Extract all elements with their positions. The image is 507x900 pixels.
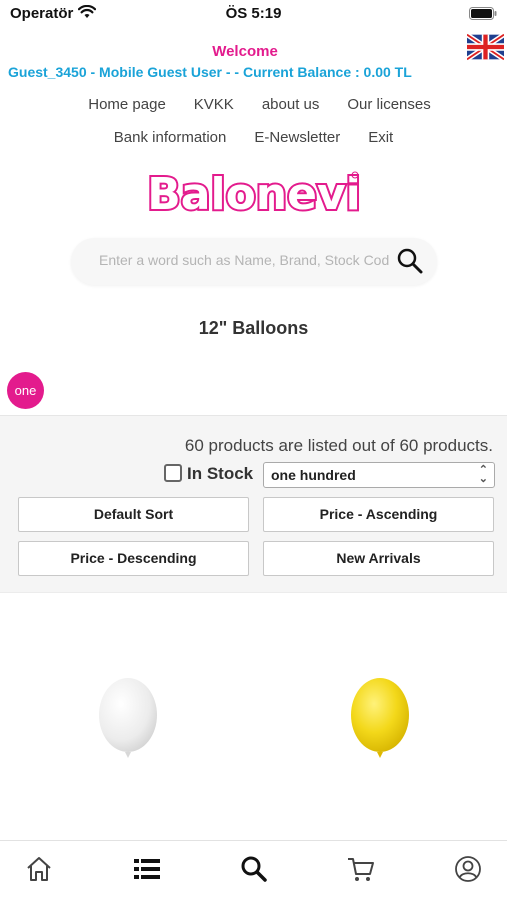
product-image-yellow-balloon[interactable] <box>348 676 412 762</box>
search-box <box>71 238 437 285</box>
guest-balance-info: Guest_3450 - Mobile Guest User - - Curre… <box>8 64 412 80</box>
product-count-text: 60 products are listed out of 60 product… <box>184 436 493 455</box>
nav-row-primary: Home page KVKK about us Our licenses <box>6 96 507 113</box>
in-stock-checkbox[interactable] <box>164 464 182 482</box>
search-input[interactable] <box>99 252 389 268</box>
logo-text: Balonevi <box>147 169 360 220</box>
search-tab-icon[interactable] <box>239 854 269 884</box>
balonevi-logo[interactable]: Balonevi <box>145 165 363 225</box>
nav-bank-info-link[interactable]: Bank information <box>114 129 227 146</box>
cart-icon[interactable] <box>346 854 376 884</box>
nav-licenses-link[interactable]: Our licenses <box>347 96 430 113</box>
bottom-tab-bar <box>0 840 507 900</box>
page-number-badge[interactable]: one <box>7 372 44 409</box>
new-arrivals-button[interactable]: New Arrivals <box>263 541 494 576</box>
nav-newsletter-link[interactable]: E-Newsletter <box>254 129 340 146</box>
status-bar: Operatör ÖS 5:19 <box>0 0 507 28</box>
category-title: 12" Balloons <box>198 318 309 338</box>
welcome-text: Welcome <box>212 43 278 60</box>
battery-icon <box>469 7 497 20</box>
page-size-value: one hundred <box>271 467 356 483</box>
nav-exit-link[interactable]: Exit <box>368 129 393 146</box>
in-stock-label[interactable]: In Stock <box>187 464 253 484</box>
default-sort-button[interactable]: Default Sort <box>18 497 249 532</box>
price-ascending-button[interactable]: Price - Ascending <box>263 497 494 532</box>
user-icon[interactable] <box>453 854 483 884</box>
uk-flag-icon[interactable] <box>467 33 504 61</box>
nav-home-page-link[interactable]: Home page <box>88 96 166 113</box>
nav-kvkk-link[interactable]: KVKK <box>194 96 234 113</box>
product-image-white-balloon[interactable] <box>96 676 160 762</box>
clock: ÖS 5:19 <box>225 5 282 22</box>
select-chevron-icon: ⌃ ⌄ <box>478 464 488 485</box>
filter-panel: 60 products are listed out of 60 product… <box>0 415 507 593</box>
nav-about-us-link[interactable]: about us <box>262 96 320 113</box>
list-icon[interactable] <box>132 854 162 884</box>
price-descending-button[interactable]: Price - Descending <box>18 541 249 576</box>
nav-row-secondary: Bank information E-Newsletter Exit <box>0 129 507 146</box>
search-icon[interactable] <box>397 248 423 274</box>
home-icon[interactable] <box>24 854 54 884</box>
page-size-select[interactable]: one hundred ⌃ ⌄ <box>263 462 495 488</box>
